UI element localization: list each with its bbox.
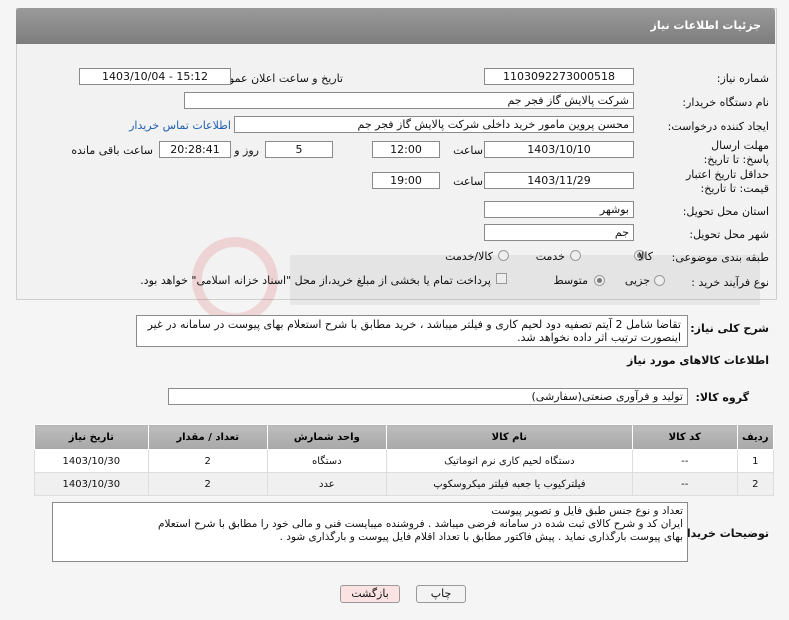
- cell-row: 1: [736, 449, 775, 473]
- page-title: جزئیات اطلاعات نیاز: [650, 19, 762, 32]
- buyer-notes-line: ایران کد و شرح کالای ثبت شده در سامانه ف…: [158, 518, 683, 530]
- cell-row: 2: [736, 472, 775, 496]
- purchase-type-label: نوع فرآیند خرید :: [691, 276, 769, 289]
- need-number-label: شماره نیاز:: [716, 72, 769, 85]
- requester-label: ایجاد کننده درخواست:: [667, 120, 769, 133]
- city-field: جم: [484, 224, 634, 241]
- purchase-radio-minor[interactable]: [654, 275, 665, 286]
- goods-group-field: تولید و فرآوری صنعتی(سفارشی): [168, 388, 688, 405]
- print-button[interactable]: چاپ: [416, 585, 466, 603]
- back-button[interactable]: بازگشت: [340, 585, 400, 603]
- buyer-contact-link[interactable]: اطلاعات تماس خریدار: [129, 119, 231, 132]
- price-validity-date-field: 1403/11/29: [484, 172, 634, 189]
- city-label: شهر محل تحویل:: [689, 228, 769, 241]
- category-option-service: خدمت: [535, 250, 565, 263]
- category-option-goods-service: کالا/خدمت: [445, 250, 493, 263]
- summary-label: شرح کلی نیاز:: [690, 322, 769, 335]
- buyer-notes-line: تعداد و نوع جنس طبق فایل و تصویر پیوست: [491, 505, 683, 517]
- treasury-note: پرداخت تمام یا بخشی از مبلغ خرید،از محل …: [140, 274, 491, 287]
- reply-time-field: 12:00: [372, 141, 440, 158]
- reply-time-label: ساعت: [453, 144, 483, 157]
- purchase-option-minor: جزیی: [624, 274, 650, 287]
- goods-section-title: اطلاعات کالاهای مورد نیاز: [627, 354, 769, 367]
- col-qty: تعداد / مقدار: [147, 424, 268, 450]
- col-date: تاریخ نیاز: [34, 424, 149, 450]
- cell-name: فیلترکیوب یا جعبه فیلتر میکروسکوپ: [385, 472, 633, 496]
- category-radio-service[interactable]: [570, 250, 581, 261]
- table-header-row: ردیف کد کالا نام کالا واحد شمارش تعداد /…: [34, 424, 775, 450]
- table-row: 1 -- دستگاه لحیم کاری نرم اتوماتیک دستگا…: [34, 449, 775, 473]
- table-row: 2 -- فیلترکیوب یا جعبه فیلتر میکروسکوپ ع…: [34, 472, 775, 496]
- reply-deadline-label: مهلت ارسال پاسخ: تا تاریخ:: [703, 139, 769, 166]
- cell-qty: 2: [147, 449, 268, 473]
- cell-unit: عدد: [266, 472, 387, 496]
- cell-date: 1403/10/30: [34, 472, 149, 496]
- cell-name: دستگاه لحیم کاری نرم اتوماتیک: [385, 449, 633, 473]
- buyer-notes-text: تعداد و نوع جنس طبق فایل و تصویر پیوست ا…: [52, 502, 688, 562]
- buyer-org-label: نام دستگاه خریدار:: [682, 96, 769, 109]
- price-validity-label: حداقل تاریخ اعتبار قیمت: تا تاریخ:: [685, 168, 769, 195]
- cell-unit: دستگاه: [266, 449, 387, 473]
- price-validity-time-field: 19:00: [372, 172, 440, 189]
- goods-group-label: گروه کالا:: [695, 391, 749, 404]
- remaining-time-field: 20:28:41: [159, 141, 231, 158]
- col-name: نام کالا: [385, 424, 633, 450]
- panel-header: جزئیات اطلاعات نیاز: [16, 8, 775, 44]
- col-unit: واحد شمارش: [266, 424, 387, 450]
- category-radio-goods-service[interactable]: [498, 250, 509, 261]
- remaining-days-label: روز و: [234, 144, 259, 157]
- remaining-time-label: ساعت باقی مانده: [71, 144, 153, 157]
- buyer-notes-line: بهای پیوست بارگذاری نماید . پیش فاکتور م…: [279, 531, 683, 543]
- province-label: استان محل تحویل:: [682, 205, 769, 218]
- reply-date-field: 1403/10/10: [484, 141, 634, 158]
- treasury-checkbox[interactable]: [496, 273, 507, 284]
- buyer-org-field: شرکت پالایش گاز فجر جم: [184, 92, 634, 109]
- price-validity-time-label: ساعت: [453, 175, 483, 188]
- buyer-notes-label: توضیحات خریدار:: [676, 527, 769, 540]
- province-field: بوشهر: [484, 201, 634, 218]
- category-option-goods: کالا: [638, 250, 653, 263]
- goods-table: ردیف کد کالا نام کالا واحد شمارش تعداد /…: [34, 424, 775, 496]
- remaining-days-field: 5: [265, 141, 333, 158]
- cell-date: 1403/10/30: [34, 449, 149, 473]
- category-label: طبقه بندی موضوعی:: [671, 251, 769, 264]
- summary-text: تقاضا شامل 2 آیتم تصفیه دود لحیم کاری و …: [136, 315, 688, 347]
- purchase-radio-medium[interactable]: [594, 275, 605, 286]
- cell-code: --: [631, 472, 738, 496]
- requester-field: محسن پروین مامور خرید داخلی شرکت پالایش …: [234, 116, 634, 133]
- cell-code: --: [631, 449, 738, 473]
- cell-qty: 2: [147, 472, 268, 496]
- purchase-option-medium: متوسط: [553, 274, 588, 287]
- col-code: کد کالا: [631, 424, 738, 450]
- announce-datetime-field: 1403/10/04 - 15:12: [79, 68, 231, 85]
- need-number-field: 1103092273000518: [484, 68, 634, 85]
- col-row: ردیف: [736, 424, 775, 450]
